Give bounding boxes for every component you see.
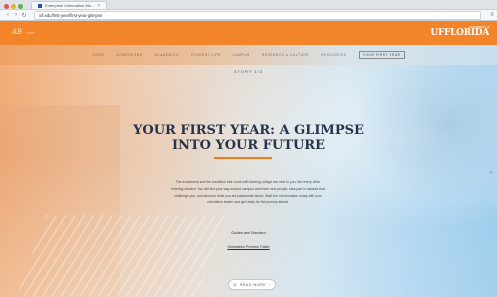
- reload-button[interactable]: ↻: [20, 12, 28, 19]
- nav-item-first-year[interactable]: YOUR FIRST YEAR: [358, 51, 405, 59]
- nav-item-home[interactable]: HOME: [93, 53, 105, 57]
- uf-logo[interactable]: UNIVERSITY of UFFLORIDA: [430, 25, 489, 38]
- nav-item-admissions[interactable]: ADMISSIONS: [116, 53, 142, 57]
- next-story-arrow-icon[interactable]: ›: [490, 170, 494, 176]
- read-more-button[interactable]: ◎ READ MORE ›: [228, 279, 276, 290]
- url-input[interactable]: ufl.edu/first-year/first-year-glimpse: [34, 10, 481, 20]
- window-maximize-button[interactable]: [18, 4, 23, 9]
- nav-item-academics[interactable]: ACADEMICS: [154, 53, 178, 57]
- left-logo[interactable]: AB UNIV: [12, 28, 35, 36]
- uf-logo-name: FLORIDA: [444, 28, 489, 38]
- nav-item-student-life[interactable]: STUDENT LIFE: [191, 53, 221, 57]
- browser-tab[interactable]: Enterprise Information Mo... ×: [31, 1, 107, 9]
- forward-button[interactable]: ›: [12, 12, 20, 18]
- page-title-line2: INTO YOUR FUTURE: [171, 138, 326, 153]
- favicon-icon: [38, 3, 42, 8]
- page-title: YOUR FIRST YEAR: A GLIMPSE INTO YOUR FUT…: [0, 123, 497, 153]
- browser-tabbar: Enterprise Information Mo... ×: [0, 0, 497, 9]
- intro-paragraph: The excitement and the transition that c…: [171, 180, 325, 205]
- left-logo-mark: AB: [12, 28, 23, 36]
- browser-chrome: Enterprise Information Mo... × ‹ › ↻ ufl…: [0, 0, 497, 21]
- uf-logo-mark: UF: [430, 28, 445, 38]
- tab-title: Enterprise Information Mo...: [45, 3, 95, 8]
- back-button[interactable]: ‹: [4, 12, 12, 18]
- tab-close-icon[interactable]: ×: [97, 3, 100, 9]
- window-close-button[interactable]: [4, 4, 9, 9]
- story-tag: STORY 1/2: [233, 69, 264, 74]
- nav-item-research[interactable]: RESEARCH & CULTURE: [262, 53, 309, 57]
- trailer-link[interactable]: Orientation Preview Trailer: [0, 245, 497, 249]
- read-more-label: READ MORE: [239, 282, 267, 287]
- section-nav: HOME ADMISSIONS ACADEMICS STUDENT LIFE C…: [0, 45, 497, 65]
- left-logo-sub: UNIV: [26, 31, 35, 35]
- address-bar-row: ‹ › ↻ ufl.edu/first-year/first-year-glim…: [0, 9, 497, 20]
- chevron-right-icon: ›: [269, 282, 272, 287]
- window-minimize-button[interactable]: [11, 4, 16, 9]
- uf-logo-sub: UNIVERSITY of: [468, 25, 489, 29]
- guided-link[interactable]: Guided and Standard: [0, 231, 497, 235]
- site-header: [0, 21, 497, 45]
- nav-item-campus[interactable]: CAMPUS: [233, 53, 250, 57]
- browser-menu-icon[interactable]: ≡: [487, 12, 497, 18]
- title-divider: [214, 157, 272, 159]
- page-title-line1: YOUR FIRST YEAR: A GLIMPSE: [133, 123, 364, 138]
- nav-item-resources[interactable]: RESOURCES: [321, 53, 347, 57]
- play-icon: ◎: [232, 282, 237, 287]
